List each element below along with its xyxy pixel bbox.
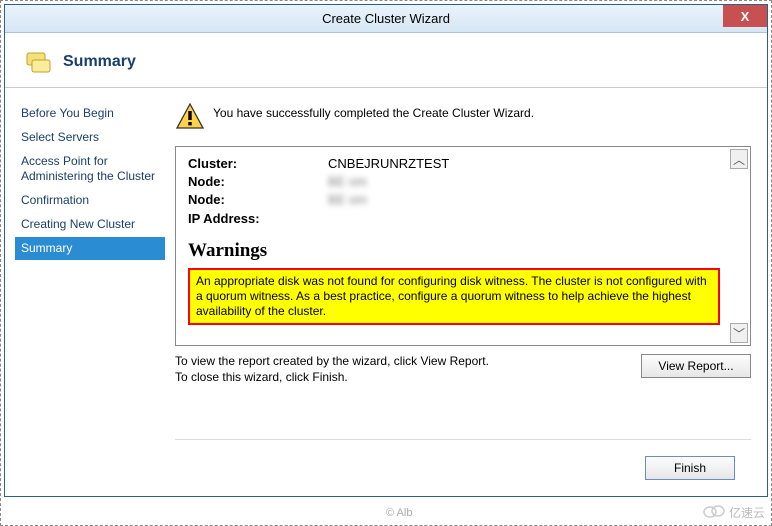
- body: Before You Begin Select Servers Access P…: [5, 88, 767, 496]
- watermark-left: © Alb: [386, 507, 412, 519]
- warning-message-box: An appropriate disk was not found for co…: [188, 268, 720, 325]
- window-title: Create Cluster Wizard: [322, 11, 450, 26]
- watermark-right: 亿速云: [703, 504, 765, 521]
- sidebar-item-before-you-begin[interactable]: Before You Begin: [15, 102, 165, 125]
- report-value-cluster: CNBEJRUNRZTEST: [328, 155, 720, 173]
- footer-line1: To view the report created by the wizard…: [175, 354, 641, 370]
- warning-triangle-icon: [175, 102, 205, 132]
- sidebar-item-access-point[interactable]: Access Point for Administering the Clust…: [15, 150, 165, 188]
- sidebar-item-confirmation[interactable]: Confirmation: [15, 189, 165, 212]
- report-row-node1: Node: BE om: [188, 173, 720, 191]
- close-button[interactable]: X: [723, 5, 767, 27]
- wizard-steps-sidebar: Before You Begin Select Servers Access P…: [5, 88, 165, 496]
- footer-row: To view the report created by the wizard…: [175, 354, 751, 385]
- success-row: You have successfully completed the Crea…: [175, 102, 751, 132]
- sidebar-item-select-servers[interactable]: Select Servers: [15, 126, 165, 149]
- report-label: Cluster:: [188, 155, 328, 173]
- scroll-up-button[interactable]: ︿: [730, 149, 748, 169]
- chevron-up-icon: ︿: [733, 151, 745, 168]
- report-label: Node:: [188, 173, 328, 191]
- report-value-node2: BE om: [328, 191, 720, 209]
- header: Summary: [5, 33, 767, 88]
- sidebar-item-summary[interactable]: Summary: [15, 237, 165, 260]
- footer-text: To view the report created by the wizard…: [175, 354, 641, 385]
- report-label: IP Address:: [188, 210, 328, 228]
- success-message: You have successfully completed the Crea…: [213, 102, 534, 120]
- wizard-window: Create Cluster Wizard X Summary Before Y…: [4, 4, 768, 497]
- page-title: Summary: [63, 53, 136, 71]
- outer-container: Create Cluster Wizard X Summary Before Y…: [0, 0, 772, 526]
- report-row-cluster: Cluster: CNBEJRUNRZTEST: [188, 155, 720, 173]
- scroll-down-button[interactable]: ﹀: [730, 323, 748, 343]
- view-report-button[interactable]: View Report...: [641, 354, 751, 378]
- finish-button[interactable]: Finish: [645, 456, 735, 480]
- watermark-text: 亿速云: [729, 504, 765, 521]
- report-value-ip: [328, 210, 720, 228]
- cluster-icon: [23, 47, 53, 77]
- report-value-node1: BE om: [328, 173, 720, 191]
- report-row-node2: Node: BE om: [188, 191, 720, 209]
- warnings-heading: Warnings: [188, 240, 720, 262]
- report-label: Node:: [188, 191, 328, 209]
- finish-row: Finish: [175, 439, 751, 486]
- cloud-icon: [703, 504, 725, 521]
- report-box: ︿ ﹀ Cluster: CNBEJRUNRZTEST Node: BE om …: [175, 146, 751, 346]
- footer-line2: To close this wizard, click Finish.: [175, 370, 641, 386]
- titlebar: Create Cluster Wizard X: [5, 5, 767, 33]
- sidebar-item-creating-new-cluster[interactable]: Creating New Cluster: [15, 213, 165, 236]
- close-icon: X: [741, 9, 750, 24]
- chevron-down-icon: ﹀: [733, 325, 745, 342]
- report-row-ip: IP Address:: [188, 210, 720, 228]
- main-panel: You have successfully completed the Crea…: [165, 88, 767, 496]
